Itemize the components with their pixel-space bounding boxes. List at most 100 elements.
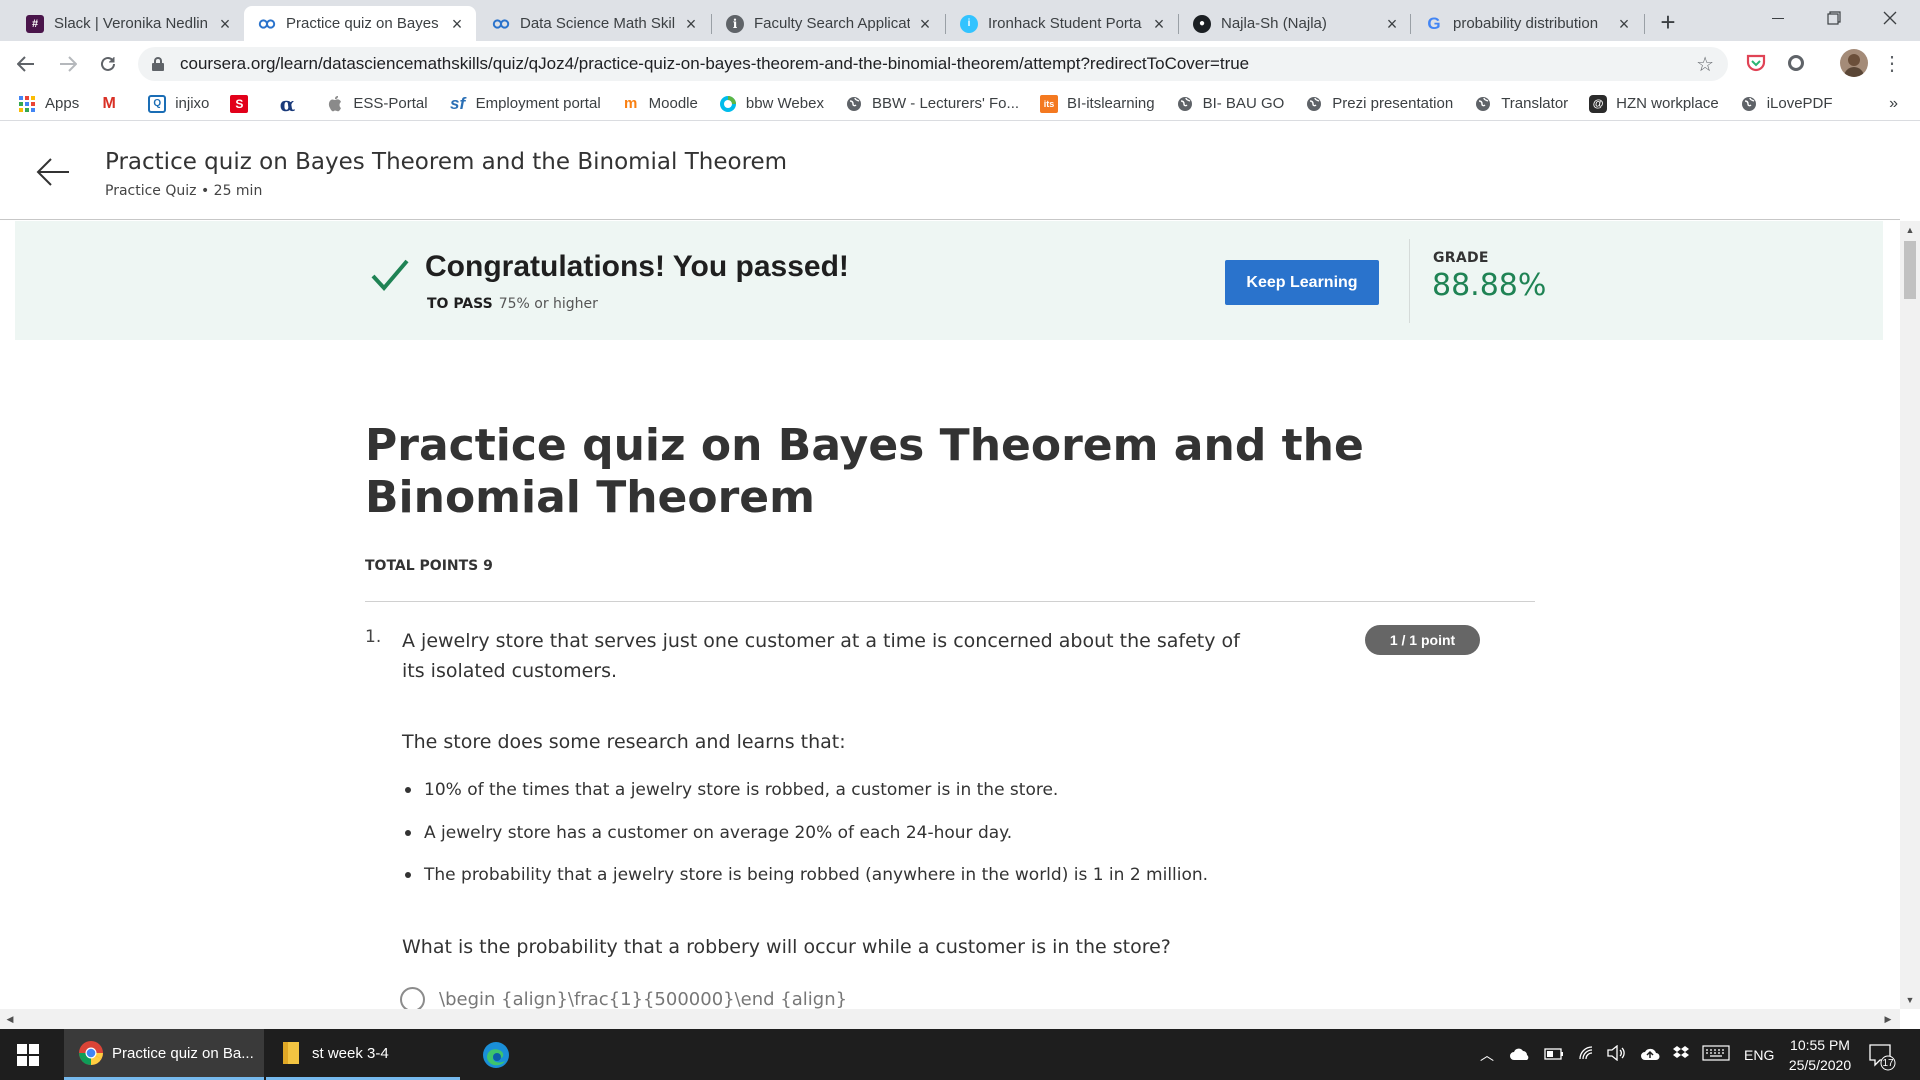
- divider: [365, 601, 1535, 602]
- volume-icon[interactable]: [1606, 1044, 1626, 1064]
- onedrive-icon[interactable]: [1510, 1047, 1530, 1063]
- system-clock[interactable]: 10:55 PM 25/5/2020: [1770, 1035, 1870, 1075]
- folder-icon: [282, 1041, 300, 1065]
- minimize-button[interactable]: [1748, 0, 1808, 36]
- bookmark-bbw-lecturers[interactable]: BBW - Lecturers' Fo...: [845, 95, 1019, 113]
- scroll-down-arrow-icon[interactable]: ▼: [1900, 995, 1920, 1005]
- chevron-up-icon[interactable]: ︿: [1480, 1045, 1494, 1065]
- restore-button[interactable]: [1804, 0, 1864, 36]
- bookmark-hzn-workplace[interactable]: @ HZN workplace: [1589, 94, 1719, 113]
- close-icon[interactable]: ×: [916, 15, 934, 33]
- close-icon[interactable]: ×: [1615, 15, 1633, 33]
- list-item: A jewelry store has a customer on averag…: [405, 820, 1208, 863]
- address-bar[interactable]: coursera.org/learn/datasciencemathskills…: [138, 47, 1728, 81]
- edge-icon: [481, 1040, 511, 1070]
- bookmark-ilovepdf[interactable]: iLovePDF: [1740, 95, 1833, 113]
- bookmark-translator[interactable]: Translator: [1474, 95, 1568, 113]
- tab-slack[interactable]: # Slack | Veronika Nedlin ×: [12, 6, 244, 41]
- keyboard-icon[interactable]: [1702, 1045, 1730, 1064]
- scroll-right-arrow-icon[interactable]: ▶: [1878, 1014, 1898, 1025]
- scroll-up-arrow-icon[interactable]: ▲: [1900, 225, 1920, 235]
- close-icon[interactable]: ×: [1150, 15, 1168, 33]
- info-icon: i: [726, 14, 744, 33]
- browser-tab-strip: # Slack | Veronika Nedlin × Practice qui…: [0, 0, 1920, 41]
- passed-banner: Congratulations! You passed! TO PASS 75% …: [15, 221, 1883, 340]
- bookmark-injixo[interactable]: Q injixo: [148, 94, 209, 113]
- list-item: 10% of the times that a jewelry store is…: [405, 777, 1208, 820]
- quiz-title: Practice quiz on Bayes Theorem and the B…: [365, 420, 1364, 523]
- bookmark-alpha[interactable]: α: [278, 91, 305, 116]
- windows-start-icon[interactable]: [17, 1044, 39, 1066]
- pass-requirement: TO PASS 75% or higher: [427, 296, 598, 312]
- dropbox-icon[interactable]: [1672, 1045, 1690, 1064]
- scroll-left-arrow-icon[interactable]: ◀: [0, 1014, 20, 1025]
- bookmark-bi-bau-go[interactable]: BI- BAU GO: [1176, 95, 1284, 113]
- wifi-icon[interactable]: [1578, 1045, 1596, 1064]
- taskbar-edge[interactable]: [466, 1029, 526, 1080]
- vertical-scrollbar[interactable]: ▲ ▼: [1900, 221, 1920, 1009]
- bookmarks-overflow-button[interactable]: »: [1889, 95, 1898, 113]
- taskbar-chrome[interactable]: Practice quiz on Ba...: [64, 1029, 264, 1080]
- notification-count: 17: [1882, 1058, 1894, 1069]
- browser-menu-icon[interactable]: ⋮: [1880, 51, 1904, 75]
- slack-icon: #: [26, 14, 44, 33]
- tab-faculty-search[interactable]: i Faculty Search Applicat ×: [712, 6, 944, 41]
- tab-google-search[interactable]: G probability distribution ×: [1411, 6, 1643, 41]
- globe-icon: [1305, 95, 1323, 113]
- bookmark-bbw-webex[interactable]: bbw Webex: [719, 95, 824, 113]
- question-intro: The store does some research and learns …: [402, 731, 846, 753]
- battery-icon[interactable]: [1544, 1047, 1564, 1063]
- notification-center-icon[interactable]: 17: [1866, 1041, 1896, 1071]
- horizontal-scrollbar[interactable]: ◀ ▶: [0, 1009, 1900, 1029]
- close-icon[interactable]: ×: [216, 15, 234, 33]
- bookmark-ess-portal[interactable]: ESS-Portal: [326, 95, 428, 113]
- close-icon[interactable]: ×: [1383, 15, 1401, 33]
- forward-button[interactable]: [52, 48, 84, 80]
- back-button[interactable]: [10, 48, 42, 80]
- browser-toolbar: coursera.org/learn/datasciencemathskills…: [0, 41, 1920, 87]
- bookmark-star-icon[interactable]: ☆: [1696, 52, 1714, 77]
- header-title: Practice quiz on Bayes Theorem and the B…: [105, 149, 788, 175]
- bookmark-gmail[interactable]: M: [100, 95, 127, 113]
- tab-ironhack[interactable]: i Ironhack Student Porta ×: [946, 6, 1178, 41]
- bookmark-employment-portal[interactable]: sf Employment portal: [449, 93, 601, 113]
- github-icon: ●: [1193, 14, 1211, 33]
- clock-time: 10:55 PM: [1790, 1037, 1850, 1053]
- bookmark-bi-itslearning[interactable]: its BI-itslearning: [1040, 94, 1155, 113]
- close-icon[interactable]: ×: [448, 15, 466, 33]
- course-header: Practice quiz on Bayes Theorem and the B…: [0, 121, 1900, 220]
- tab-github[interactable]: ● Najla-Sh (Najla) ×: [1179, 6, 1411, 41]
- window-close-button[interactable]: [1860, 0, 1920, 36]
- back-arrow-icon[interactable]: [36, 157, 70, 187]
- system-tray: ︿ ENG: [1480, 1029, 1774, 1080]
- apps-grid-icon: [18, 95, 36, 113]
- lock-icon: [152, 57, 164, 71]
- reload-button[interactable]: [92, 48, 124, 80]
- globe-icon: [845, 95, 863, 113]
- google-icon: G: [1427, 13, 1441, 33]
- webex-icon: [719, 95, 737, 113]
- extension-circle-icon[interactable]: [1784, 51, 1808, 75]
- total-points: TOTAL POINTS 9: [365, 558, 493, 574]
- cloud-upload-icon[interactable]: [1640, 1045, 1660, 1064]
- keep-learning-button[interactable]: Keep Learning: [1225, 260, 1379, 305]
- url-text: coursera.org/learn/datasciencemathskills…: [180, 54, 1250, 73]
- alpha-icon: α: [279, 91, 296, 116]
- close-icon[interactable]: ×: [682, 15, 700, 33]
- scrollbar-thumb[interactable]: [1904, 241, 1916, 299]
- tab-practice-quiz[interactable]: Practice quiz on Bayes ×: [244, 6, 476, 41]
- injixo-icon: Q: [148, 94, 167, 113]
- new-tab-button[interactable]: +: [1653, 8, 1683, 38]
- pocket-extension-icon[interactable]: [1744, 51, 1768, 75]
- sf-icon: sf: [450, 93, 466, 113]
- bookmark-moodle[interactable]: m Moodle: [622, 95, 698, 113]
- profile-avatar[interactable]: [1840, 49, 1868, 77]
- bookmark-sparkasse[interactable]: S: [230, 94, 257, 113]
- tab-data-science-math[interactable]: Data Science Math Skil ×: [478, 6, 710, 41]
- bookmarks-bar: Apps M Q injixo S α ESS-Portal sf Employ…: [0, 87, 1920, 121]
- taskbar-file-explorer[interactable]: st week 3-4: [266, 1029, 460, 1080]
- bookmark-apps[interactable]: Apps: [18, 95, 79, 113]
- to-pass-value: 75% or higher: [498, 296, 598, 312]
- bookmark-prezi[interactable]: Prezi presentation: [1305, 95, 1453, 113]
- its-icon: its: [1040, 94, 1059, 113]
